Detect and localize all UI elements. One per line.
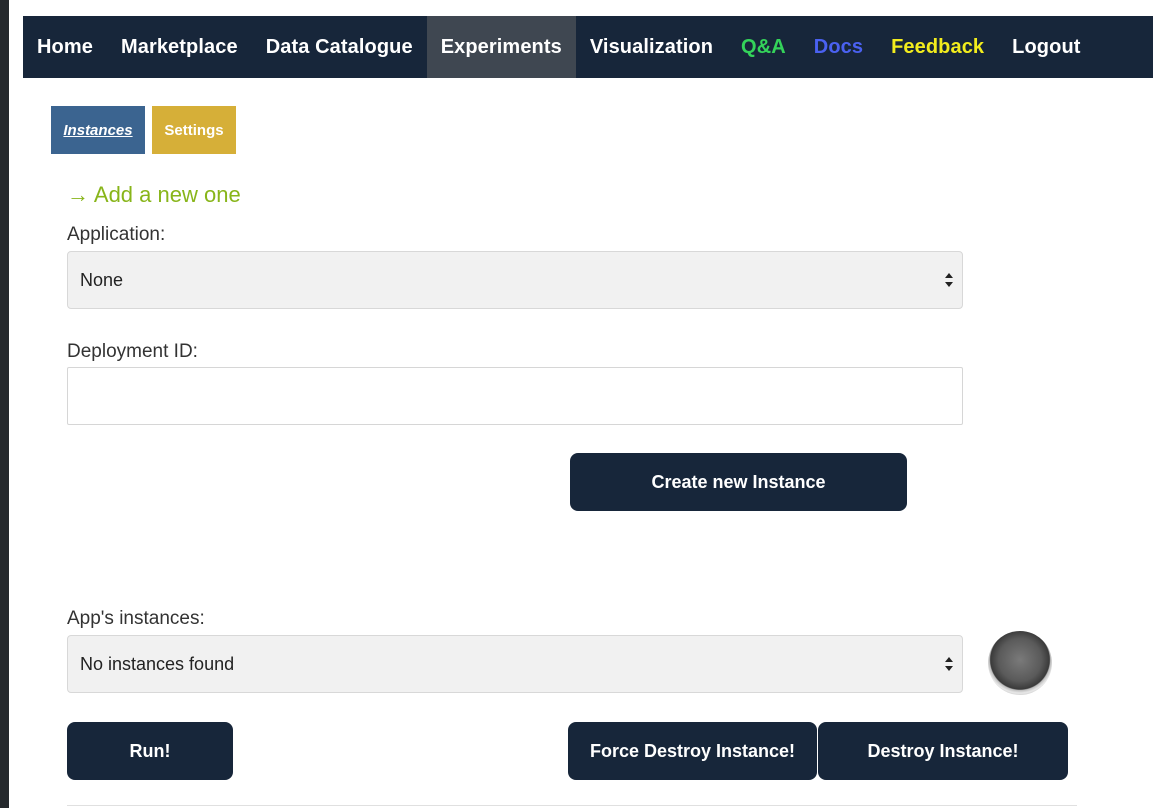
nav-qa[interactable]: Q&A (727, 16, 800, 78)
force-destroy-button[interactable]: Force Destroy Instance! (568, 722, 817, 780)
nav-marketplace[interactable]: Marketplace (107, 16, 252, 78)
main-navbar: Home Marketplace Data Catalogue Experime… (23, 16, 1153, 78)
nav-docs[interactable]: Docs (800, 16, 877, 78)
deployment-id-label: Deployment ID: (67, 341, 198, 362)
nav-visualization[interactable]: Visualization (576, 16, 727, 78)
bottom-divider (67, 805, 1077, 806)
create-instance-button[interactable]: Create new Instance (570, 453, 907, 511)
nav-logout[interactable]: Logout (998, 16, 1094, 78)
tab-instances[interactable]: Instances (51, 106, 145, 154)
application-selected-value: None (80, 269, 124, 290)
run-button[interactable]: Run! (67, 722, 233, 780)
nav-feedback[interactable]: Feedback (877, 16, 998, 78)
add-new-link[interactable]: → Add a new one (67, 182, 241, 208)
tab-settings[interactable]: Settings (152, 106, 236, 154)
nav-data-catalogue[interactable]: Data Catalogue (252, 16, 427, 78)
application-select[interactable]: None (67, 251, 963, 309)
select-arrows-icon (945, 273, 953, 287)
deployment-id-input[interactable] (67, 367, 963, 425)
app-instances-label: App's instances: (67, 608, 205, 629)
app-instances-selected-value: No instances found (80, 653, 235, 674)
status-light-icon (988, 631, 1052, 695)
app-instances-select[interactable]: No instances found (67, 635, 963, 693)
select-arrows-icon (945, 657, 953, 671)
application-label: Application: (67, 224, 166, 245)
nav-home[interactable]: Home (23, 16, 107, 78)
left-window-edge (0, 0, 9, 808)
destroy-button[interactable]: Destroy Instance! (818, 722, 1068, 780)
nav-experiments[interactable]: Experiments (426, 16, 576, 78)
top-margin (9, 0, 1153, 16)
